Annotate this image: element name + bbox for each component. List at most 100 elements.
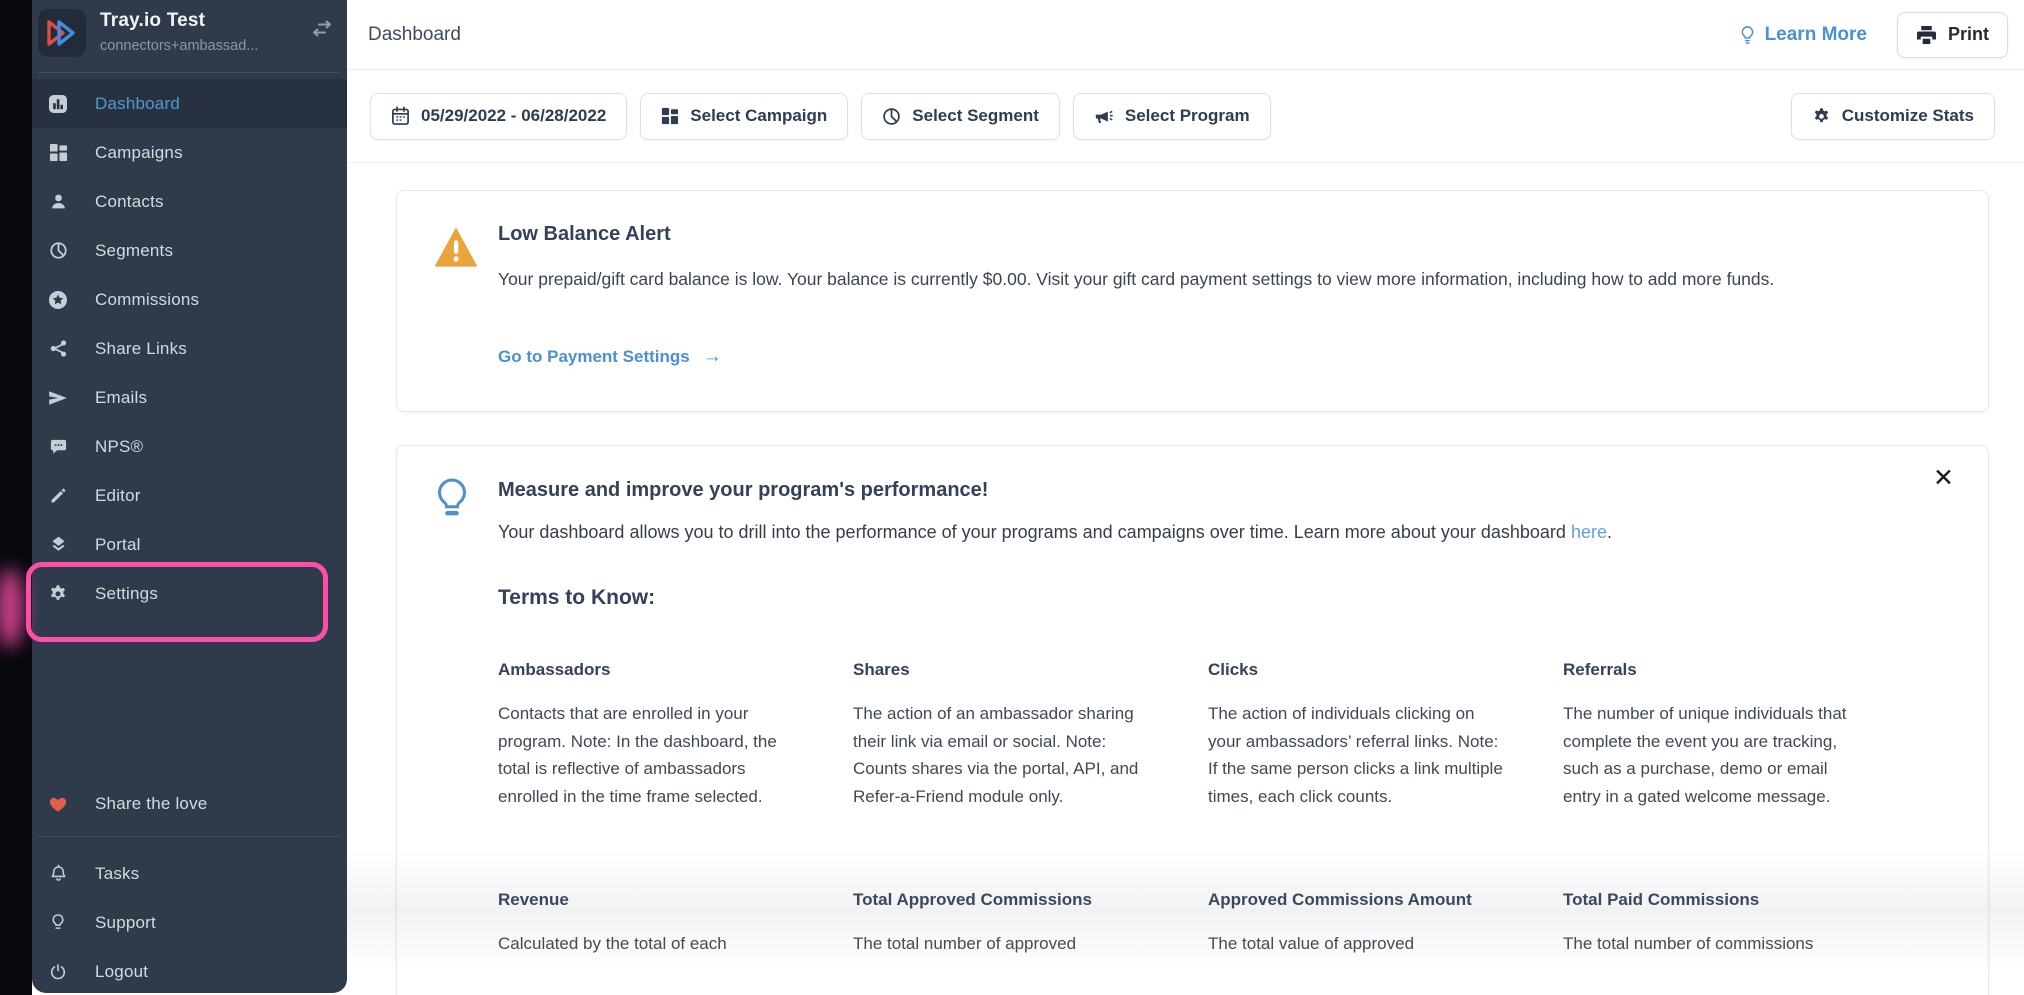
pie-icon (882, 107, 901, 126)
layers-icon (47, 535, 69, 554)
learn-more-label: Learn More (1765, 24, 1867, 46)
play-triangles-logo-icon (45, 18, 79, 48)
term-title: Referrals (1563, 660, 1863, 680)
sidebar-item-label: Share Links (95, 339, 187, 359)
select-program-button[interactable]: Select Program (1073, 93, 1271, 140)
sidebar-header: Tray.io Test connectors+ambassad... (32, 0, 347, 72)
learn-more-link[interactable]: Learn More (1739, 24, 1867, 46)
app-screen: Tray.io Test connectors+ambassad... Dash… (0, 0, 2024, 995)
person-icon (47, 192, 69, 211)
term-body: The number of unique individuals that co… (1563, 700, 1863, 810)
select-program-label: Select Program (1125, 106, 1250, 126)
sidebar-item-editor[interactable]: Editor (32, 471, 347, 520)
sidebar-footer: Tasks Support Logout (32, 849, 347, 995)
customize-stats-button[interactable]: Customize Stats (1791, 93, 1995, 140)
term-approved-commissions-amount: Approved Commissions Amount The total va… (1208, 890, 1508, 958)
term-body: Contacts that are enrolled in your progr… (498, 700, 798, 810)
warning-icon (433, 226, 479, 268)
org-subtitle: connectors+ambassad... (100, 38, 258, 54)
lightbulb-icon (1739, 24, 1756, 46)
customize-stats-label: Customize Stats (1842, 106, 1974, 126)
sidebar-collapse-button[interactable] (311, 20, 333, 37)
term-title: Clicks (1208, 660, 1508, 680)
sidebar-item-label: NPS® (95, 437, 143, 457)
term-revenue: Revenue Calculated by the total of each (498, 890, 798, 958)
sidebar-item-label: Editor (95, 486, 141, 506)
org-logo[interactable] (38, 9, 86, 57)
sidebar-item-label: Support (95, 913, 156, 933)
select-campaign-button[interactable]: Select Campaign (640, 93, 848, 140)
alert-body: Your prepaid/gift card balance is low. Y… (498, 265, 1948, 293)
sidebar-item-emails[interactable]: Emails (32, 373, 347, 422)
org-block: Tray.io Test connectors+ambassad... (100, 10, 258, 54)
sidebar-item-contacts[interactable]: Contacts (32, 177, 347, 226)
term-body: Calculated by the total of each (498, 930, 798, 958)
term-body: The total number of commissions (1563, 930, 1863, 958)
sidebar-nav: Dashboard Campaigns Contacts Segments (32, 73, 347, 618)
payment-settings-label: Go to Payment Settings (498, 347, 690, 367)
sidebar-item-label: Settings (95, 584, 158, 604)
term-title: Ambassadors (498, 660, 798, 680)
term-title: Total Paid Commissions (1563, 890, 1863, 910)
sidebar-item-share-the-love[interactable]: Share the love (32, 779, 347, 828)
sidebar: Tray.io Test connectors+ambassad... Dash… (32, 0, 347, 993)
low-balance-alert-card: Low Balance Alert Your prepaid/gift card… (396, 190, 1989, 412)
lightbulb-icon (435, 477, 469, 523)
pie-icon (47, 241, 69, 260)
term-body: The total number of approved (853, 930, 1153, 958)
sidebar-footer-divider (38, 836, 341, 837)
sidebar-item-nps[interactable]: NPS® (32, 422, 347, 471)
sidebar-item-label: Commissions (95, 290, 199, 310)
date-range-button[interactable]: 05/29/2022 - 06/28/2022 (370, 93, 627, 140)
go-to-payment-settings-link[interactable]: Go to Payment Settings → (498, 346, 722, 368)
sidebar-item-dashboard[interactable]: Dashboard (32, 79, 347, 128)
print-label: Print (1948, 24, 1989, 45)
print-button[interactable]: Print (1897, 12, 2008, 58)
term-body: The total value of approved (1208, 930, 1508, 958)
performance-body: Your dashboard allows you to drill into … (498, 518, 1948, 546)
sidebar-item-tasks[interactable]: Tasks (32, 849, 347, 898)
term-title: Revenue (498, 890, 798, 910)
term-total-approved-commissions: Total Approved Commissions The total num… (853, 890, 1153, 958)
gear-icon (1812, 107, 1831, 126)
sidebar-item-label: Share the love (95, 794, 207, 814)
send-icon (47, 388, 69, 408)
term-title: Approved Commissions Amount (1208, 890, 1508, 910)
pencil-icon (47, 487, 69, 505)
sidebar-item-commissions[interactable]: Commissions (32, 275, 347, 324)
sidebar-item-settings[interactable]: Settings (32, 569, 347, 618)
select-campaign-label: Select Campaign (690, 106, 827, 126)
filter-bar: 05/29/2022 - 06/28/2022 Select Campaign … (347, 70, 2024, 163)
bell-icon (47, 864, 69, 883)
sidebar-item-campaigns[interactable]: Campaigns (32, 128, 347, 177)
sidebar-item-segments[interactable]: Segments (32, 226, 347, 275)
sidebar-item-portal[interactable]: Portal (32, 520, 347, 569)
term-shares: Shares The action of an ambassador shari… (853, 660, 1153, 810)
here-link[interactable]: here (1571, 522, 1607, 542)
megaphone-icon (1094, 107, 1114, 126)
sidebar-item-support[interactable]: Support (32, 898, 347, 947)
performance-body-text: Your dashboard allows you to drill into … (498, 522, 1571, 542)
select-segment-button[interactable]: Select Segment (861, 93, 1060, 140)
term-total-paid-commissions: Total Paid Commissions The total number … (1563, 890, 1863, 958)
term-title: Shares (853, 660, 1153, 680)
sidebar-item-label: Logout (95, 962, 148, 982)
term-clicks: Clicks The action of individuals clickin… (1208, 660, 1508, 810)
sidebar-item-share-links[interactable]: Share Links (32, 324, 347, 373)
sidebar-item-logout[interactable]: Logout (32, 947, 347, 995)
term-title: Total Approved Commissions (853, 890, 1153, 910)
performance-body-period: . (1607, 522, 1612, 542)
tiles-icon (47, 143, 69, 162)
star-circle-icon (47, 290, 69, 310)
sidebar-item-label: Tasks (95, 864, 139, 884)
alert-title: Low Balance Alert (498, 223, 671, 246)
share-icon (47, 339, 69, 358)
sidebar-item-label: Emails (95, 388, 147, 408)
main-area: Dashboard Learn More Print 05/29/2022 - … (347, 0, 2024, 995)
close-icon[interactable]: ✕ (1927, 460, 1960, 497)
tiles-icon (661, 107, 679, 125)
page-header: Dashboard Learn More Print (347, 0, 2024, 70)
term-body: The action of individuals clicking on yo… (1208, 700, 1508, 810)
power-icon (47, 963, 69, 981)
sidebar-item-label: Campaigns (95, 143, 183, 163)
